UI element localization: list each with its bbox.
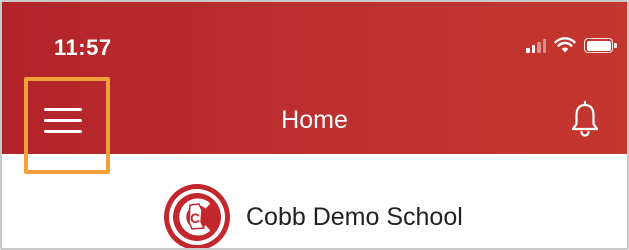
menu-icon [44,108,82,141]
school-name: Cobb Demo School [246,202,463,231]
signal-icon [526,39,546,53]
app-screen: 11:57 Home C Cobb Demo School [0,0,629,250]
bell-icon[interactable] [570,100,600,140]
menu-button[interactable] [24,77,110,174]
school-banner: C Cobb Demo School [162,182,463,248]
status-icons [526,37,617,53]
school-logo-letter: C [190,210,200,226]
battery-icon [584,38,617,53]
status-time: 11:57 [54,35,112,60]
school-logo: C [164,184,230,248]
wifi-icon [554,37,576,53]
